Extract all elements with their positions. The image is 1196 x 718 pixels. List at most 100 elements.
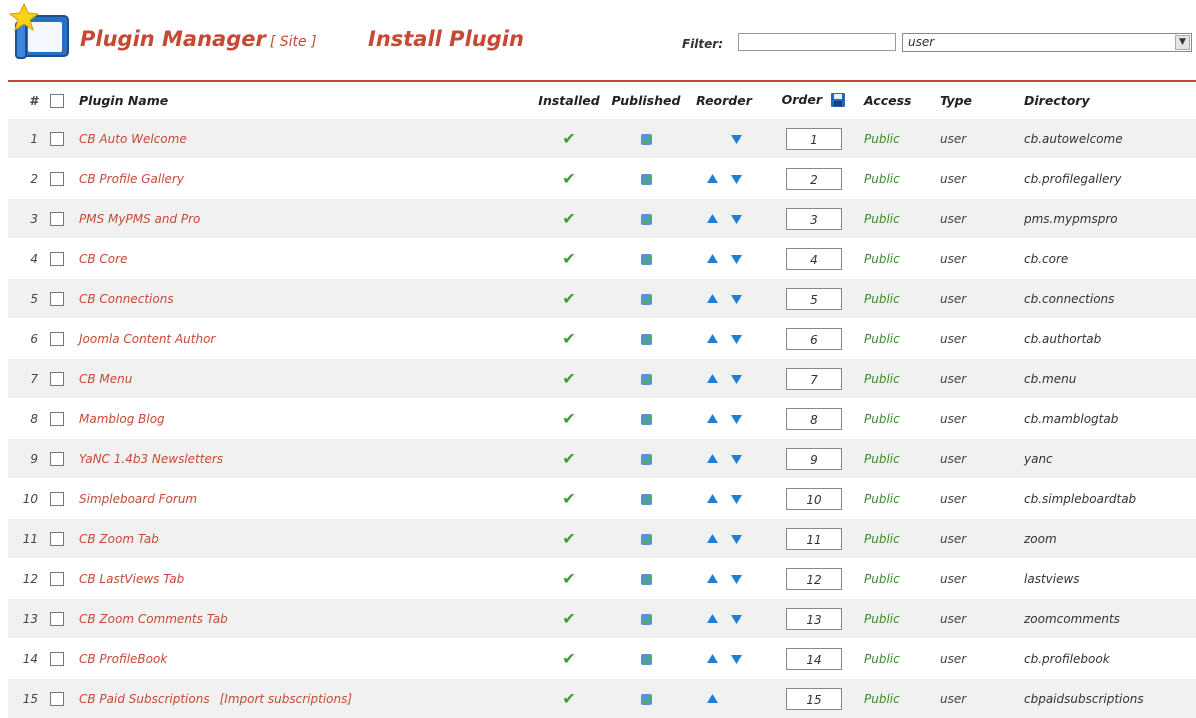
move-down-icon[interactable]	[730, 493, 743, 505]
published-icon[interactable]	[640, 533, 653, 546]
order-input[interactable]: 5	[786, 288, 842, 310]
plugin-name-link[interactable]: CB ProfileBook	[79, 652, 167, 666]
move-down-icon[interactable]	[730, 533, 743, 545]
plugin-name-link[interactable]: CB Auto Welcome	[79, 132, 187, 146]
order-input[interactable]: 13	[786, 608, 842, 630]
move-up-icon[interactable]	[706, 293, 719, 305]
published-icon[interactable]	[640, 333, 653, 346]
type-select[interactable]: user ▼	[902, 33, 1192, 52]
move-up-icon[interactable]	[706, 253, 719, 265]
move-up-icon[interactable]	[706, 373, 719, 385]
order-input[interactable]: 9	[786, 448, 842, 470]
plugin-name-link[interactable]: CB Paid Subscriptions	[79, 692, 210, 706]
move-up-icon[interactable]	[706, 213, 719, 225]
move-down-icon[interactable]	[730, 373, 743, 385]
published-icon[interactable]	[640, 213, 653, 226]
col-plugin-name[interactable]: Plugin Name	[76, 82, 530, 119]
published-icon[interactable]	[640, 253, 653, 266]
filter-input[interactable]	[738, 33, 896, 51]
plugin-name-link[interactable]: Simpleboard Forum	[79, 492, 197, 506]
access-cell[interactable]: Public	[864, 319, 940, 359]
move-down-icon[interactable]	[730, 613, 743, 625]
row-select-cell[interactable]	[44, 559, 76, 599]
access-cell[interactable]: Public	[864, 239, 940, 279]
move-up-icon[interactable]	[706, 613, 719, 625]
row-checkbox[interactable]	[50, 172, 64, 186]
select-all-checkbox[interactable]	[50, 94, 64, 108]
order-input[interactable]: 14	[786, 648, 842, 670]
row-select-cell[interactable]	[44, 399, 76, 439]
row-checkbox[interactable]	[50, 292, 64, 306]
published-icon[interactable]	[640, 453, 653, 466]
row-select-cell[interactable]	[44, 479, 76, 519]
row-select-cell[interactable]	[44, 119, 76, 159]
order-input[interactable]: 3	[786, 208, 842, 230]
access-cell[interactable]: Public	[864, 519, 940, 559]
access-cell[interactable]: Public	[864, 159, 940, 199]
access-cell[interactable]: Public	[864, 119, 940, 159]
access-cell[interactable]: Public	[864, 599, 940, 639]
order-input[interactable]: 7	[786, 368, 842, 390]
order-input[interactable]: 10	[786, 488, 842, 510]
save-order-icon[interactable]	[830, 92, 846, 108]
row-select-cell[interactable]	[44, 199, 76, 239]
move-down-icon[interactable]	[730, 413, 743, 425]
access-cell[interactable]: Public	[864, 399, 940, 439]
published-icon[interactable]	[640, 693, 653, 706]
row-select-cell[interactable]	[44, 439, 76, 479]
plugin-name-link[interactable]: CB Zoom Comments Tab	[79, 612, 228, 626]
move-down-icon[interactable]	[730, 453, 743, 465]
move-up-icon[interactable]	[706, 173, 719, 185]
row-checkbox[interactable]	[50, 612, 64, 626]
move-up-icon[interactable]	[706, 413, 719, 425]
access-cell[interactable]: Public	[864, 199, 940, 239]
access-cell[interactable]: Public	[864, 639, 940, 679]
order-input[interactable]: 2	[786, 168, 842, 190]
install-plugin-link[interactable]: Install Plugin	[368, 27, 524, 51]
plugin-name-link[interactable]: CB Menu	[79, 372, 132, 386]
move-down-icon[interactable]	[730, 573, 743, 585]
plugin-name-link[interactable]: CB Profile Gallery	[79, 172, 184, 186]
row-checkbox[interactable]	[50, 532, 64, 546]
col-select-all[interactable]	[44, 82, 76, 119]
move-down-icon[interactable]	[730, 253, 743, 265]
plugin-name-link[interactable]: PMS MyPMS and Pro	[79, 212, 200, 226]
row-checkbox[interactable]	[50, 212, 64, 226]
published-icon[interactable]	[640, 133, 653, 146]
move-up-icon[interactable]	[706, 453, 719, 465]
access-cell[interactable]: Public	[864, 279, 940, 319]
row-checkbox[interactable]	[50, 492, 64, 506]
access-cell[interactable]: Public	[864, 479, 940, 519]
row-checkbox[interactable]	[50, 252, 64, 266]
plugin-name-link[interactable]: Joomla Content Author	[79, 332, 215, 346]
row-select-cell[interactable]	[44, 279, 76, 319]
order-input[interactable]: 12	[786, 568, 842, 590]
plugin-name-link[interactable]: CB Zoom Tab	[79, 532, 159, 546]
move-up-icon[interactable]	[706, 493, 719, 505]
row-select-cell[interactable]	[44, 159, 76, 199]
published-icon[interactable]	[640, 413, 653, 426]
move-down-icon[interactable]	[730, 213, 743, 225]
access-cell[interactable]: Public	[864, 439, 940, 479]
published-icon[interactable]	[640, 653, 653, 666]
published-icon[interactable]	[640, 493, 653, 506]
row-select-cell[interactable]	[44, 679, 76, 718]
published-icon[interactable]	[640, 373, 653, 386]
row-checkbox[interactable]	[50, 692, 64, 706]
move-up-icon[interactable]	[706, 693, 719, 705]
access-cell[interactable]: Public	[864, 679, 940, 718]
row-checkbox[interactable]	[50, 412, 64, 426]
plugin-name-link[interactable]: CB Connections	[79, 292, 174, 306]
access-cell[interactable]: Public	[864, 359, 940, 399]
row-select-cell[interactable]	[44, 319, 76, 359]
move-up-icon[interactable]	[706, 573, 719, 585]
row-select-cell[interactable]	[44, 239, 76, 279]
move-up-icon[interactable]	[706, 333, 719, 345]
row-checkbox[interactable]	[50, 452, 64, 466]
move-down-icon[interactable]	[730, 133, 743, 145]
row-checkbox[interactable]	[50, 332, 64, 346]
plugin-name-link[interactable]: Mamblog Blog	[79, 412, 165, 426]
row-select-cell[interactable]	[44, 519, 76, 559]
plugin-name-link[interactable]: CB Core	[79, 252, 127, 266]
order-input[interactable]: 6	[786, 328, 842, 350]
